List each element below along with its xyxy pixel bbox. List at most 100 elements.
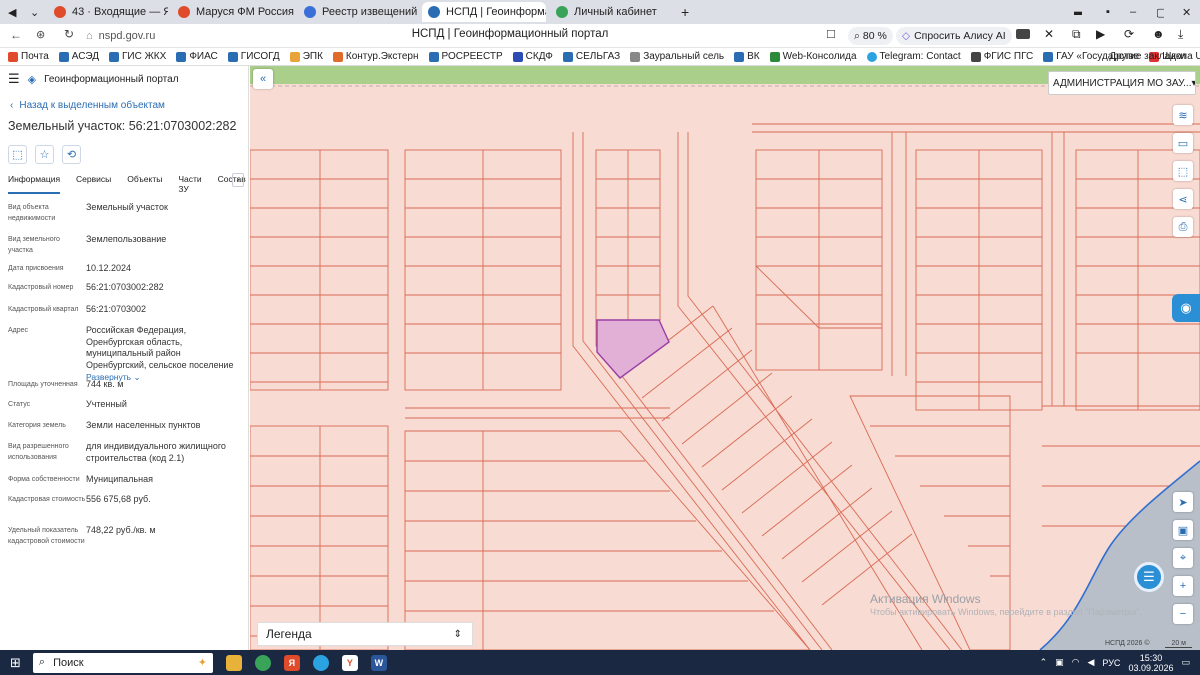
menu-icon[interactable]: ☰ <box>8 71 20 87</box>
puzzle-icon[interactable]: ⧉ <box>1072 27 1081 42</box>
chat-button[interactable]: ☰ <box>1134 562 1164 592</box>
accessibility-button[interactable]: ◉ <box>1172 294 1200 322</box>
other-bookmarks[interactable]: Другие закладки <box>1109 51 1186 62</box>
property-row: Кадастровый квартал 56:21:0703002 <box>8 304 147 314</box>
bookmark-item[interactable]: Почта <box>8 51 49 62</box>
sound-icon[interactable]: ◀ <box>2 2 22 22</box>
telegram-icon[interactable] <box>312 654 329 671</box>
selected-parcel[interactable] <box>596 319 670 379</box>
share-button[interactable]: ⋖ <box>1173 189 1193 209</box>
tools-icon[interactable]: ✕ <box>1044 27 1054 41</box>
back-to-selection-link[interactable]: ‹ Назад к выделенным объектам <box>0 100 248 111</box>
wifi-icon[interactable]: ◠ <box>1072 657 1080 668</box>
sidebar: ☰ ◈ Геоинформационный портал ‹ Назад к в… <box>0 66 249 650</box>
tab-nspd[interactable]: НСПД | Геоинформаци ✕ <box>422 2 546 22</box>
sync-icon[interactable]: ⟳ <box>1124 27 1134 41</box>
tab-services[interactable]: Сервисы <box>76 174 111 194</box>
select-object-button[interactable]: ⬚ <box>8 145 27 164</box>
plus-icon: + <box>1179 580 1187 592</box>
history-button[interactable]: ⟲ <box>62 145 81 164</box>
new-tab-button[interactable]: + <box>675 2 693 22</box>
alice-button[interactable]: ◇ Спросить Алису AI <box>896 27 1012 45</box>
yandex-icon[interactable]: ⊛ <box>36 28 45 41</box>
bookmark-icon[interactable]: ☐ <box>826 28 836 41</box>
profile-icon[interactable]: ☻ <box>1152 27 1165 41</box>
file-explorer-icon[interactable] <box>225 654 242 671</box>
locate-button[interactable]: ➤ <box>1173 492 1193 512</box>
bookmark-item[interactable]: ВК <box>734 51 760 62</box>
tab-cabinet[interactable]: Личный кабинет <box>550 2 670 22</box>
bookmark-item[interactable]: Telegram: Contact <box>866 51 961 62</box>
notification-icon[interactable]: ▭ <box>1181 657 1190 668</box>
bookmark-tab-icon[interactable]: ▪ <box>1100 2 1114 22</box>
bookmark-item[interactable]: РОСРЕЕСТР <box>428 51 503 62</box>
measure-button[interactable]: ▭ <box>1173 133 1193 153</box>
select-area-icon: ⬚ <box>1177 165 1189 178</box>
bookmark-item[interactable]: ГИСОГД <box>227 51 280 62</box>
bookmark-item[interactable]: ЭПК <box>289 51 323 62</box>
windows-start-icon[interactable]: ⊞ <box>10 655 21 671</box>
chrome-icon[interactable] <box>254 654 271 671</box>
map-view[interactable]: « АДМИНИСТРАЦИЯ МО ЗАУ... ▾ ≋ ▭ ⬚ ⋖ ⎙ ◉ … <box>250 66 1200 650</box>
zoom-indicator[interactable]: ⌕ 80 % <box>848 27 893 45</box>
volume-icon[interactable]: ◀ <box>1087 657 1094 668</box>
layers-button[interactable]: ≋ <box>1173 105 1193 125</box>
screen-icon: ▣ <box>1177 524 1189 537</box>
zoom-in-button[interactable]: + <box>1173 576 1193 596</box>
tabs-list-icon[interactable]: ⌄ <box>24 2 44 22</box>
geo-button[interactable]: ⌖ <box>1173 548 1193 568</box>
tab-mail[interactable]: 43 · Входящие — Яндекс | <box>48 2 168 22</box>
tab-parts[interactable]: Части ЗУ <box>178 174 201 194</box>
tab-information[interactable]: Информация <box>8 174 61 194</box>
play-icon[interactable]: ▶ <box>1096 27 1105 41</box>
bookmark-item[interactable]: Контур.Экстерн <box>332 51 419 62</box>
favorite-button[interactable]: ☆ <box>35 145 54 164</box>
property-row: Удельный показатель кадастровой стоимост… <box>8 525 156 545</box>
cabinet-icon <box>556 6 568 18</box>
bookmark-item[interactable]: Web-Консолида <box>769 51 857 62</box>
telegram-icon <box>866 51 877 62</box>
screen-button[interactable]: ▣ <box>1173 520 1193 540</box>
bookmark-item[interactable]: АСЭД <box>58 51 99 62</box>
cadastral-map[interactable] <box>250 66 1200 650</box>
tabs-more-button[interactable]: › <box>232 173 244 187</box>
portal-title: Геоинформационный портал <box>44 73 179 85</box>
maximize-icon[interactable]: ▢ <box>1150 2 1164 22</box>
bookmark-item[interactable]: Зауральный сель <box>630 51 724 62</box>
double-chevron-left-icon: « <box>259 73 267 85</box>
admin-select[interactable]: АДМИНИСТРАЦИЯ МО ЗАУ... ▾ <box>1048 71 1196 95</box>
tray-chevron-icon[interactable]: ⌃ <box>1040 657 1048 668</box>
window-extra-icon[interactable]: ▬ <box>1068 2 1082 22</box>
yandex-browser-icon[interactable]: Я <box>283 654 300 671</box>
print-button[interactable]: ⎙ <box>1173 217 1193 237</box>
bookmark-item[interactable]: СКДФ <box>512 51 553 62</box>
property-row: Категория земель Земли населенных пунктов <box>8 420 201 430</box>
tab-registry[interactable]: Реестр извещений <box>298 2 418 22</box>
property-row: Адрес Российская Федерация, Оренбургская… <box>0 325 248 382</box>
window-close-icon[interactable]: ✕ <box>1176 2 1190 22</box>
extension-icon[interactable] <box>1016 29 1030 39</box>
network-icon[interactable]: ▣ <box>1055 657 1064 668</box>
windows-watermark-text: Чтобы активировать Windows, перейдите в … <box>870 607 1142 617</box>
tab-marusya[interactable]: Маруся ФМ Россия ✕ <box>172 2 294 22</box>
yandex-icon[interactable]: Y <box>341 654 358 671</box>
word-icon[interactable]: W <box>370 654 387 671</box>
bookmark-item[interactable]: СЕЛЬГАЗ <box>562 51 620 62</box>
clock[interactable]: 15:30 03.09.2026 <box>1128 653 1173 673</box>
fgis-icon <box>970 51 981 62</box>
legend-panel[interactable]: Легенда ⇕ <box>257 622 473 646</box>
taskbar-search[interactable]: ⌕ Поиск ✦ <box>32 652 213 673</box>
bookmark-item[interactable]: ФИАС <box>176 51 218 62</box>
bookmark-item[interactable]: ГИС ЖКХ <box>108 51 166 62</box>
bookmark-item[interactable]: ФГИС ПГС <box>970 51 1033 62</box>
language-indicator[interactable]: РУС <box>1102 658 1120 668</box>
zoom-out-button[interactable]: − <box>1173 604 1193 624</box>
download-icon[interactable]: ⤓ <box>1178 27 1183 42</box>
minimize-icon[interactable]: – <box>1124 2 1138 22</box>
reload-icon[interactable]: ↻ <box>64 27 74 41</box>
tab-objects[interactable]: Объекты <box>127 174 162 194</box>
select-area-button[interactable]: ⬚ <box>1173 161 1193 181</box>
collapse-sidebar-button[interactable]: « <box>253 69 273 89</box>
back-arrow-icon[interactable]: ← <box>10 28 22 42</box>
nspd-icon <box>428 6 440 18</box>
